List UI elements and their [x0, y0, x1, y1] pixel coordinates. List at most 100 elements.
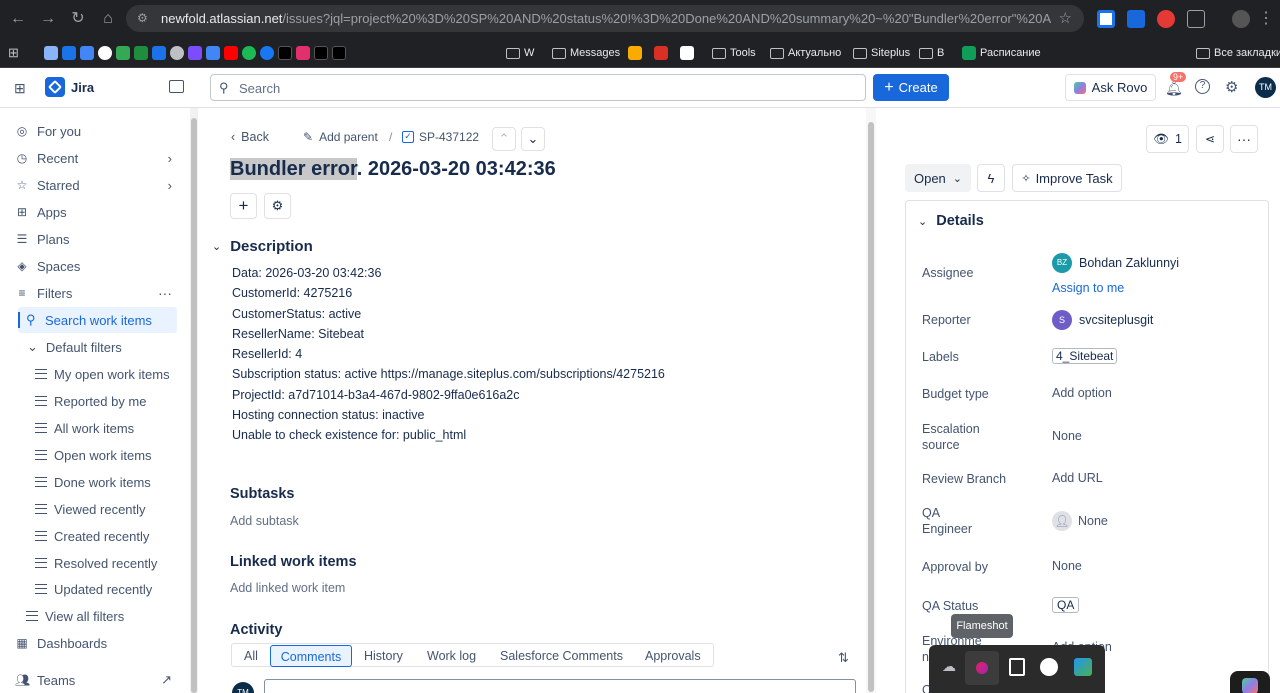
tab-work-log[interactable]: Work log: [427, 645, 476, 667]
ask-rovo-button[interactable]: Ask Rovo: [1065, 74, 1156, 101]
assign-to-me-link[interactable]: Assign to me: [1052, 281, 1124, 295]
label-tag[interactable]: 4_Sitebeat: [1052, 348, 1118, 364]
add-subtask-link[interactable]: Add subtask: [230, 514, 299, 528]
filter-item[interactable]: Created recently: [35, 525, 149, 547]
bookmark-icons-2[interactable]: [628, 44, 694, 62]
filter-item[interactable]: Open work items: [35, 444, 152, 466]
adblock-icon[interactable]: [1157, 10, 1175, 28]
back-arrow-icon[interactable]: ←: [8, 9, 28, 29]
bookmark-icons[interactable]: [44, 44, 346, 62]
sidebar-item-for-you[interactable]: ◎ For you: [15, 120, 81, 142]
bookmark-folder-messages[interactable]: Messages: [552, 44, 620, 62]
comment-input[interactable]: [264, 679, 856, 693]
extension-icon[interactable]: [1127, 10, 1145, 28]
reload-icon[interactable]: ↻: [68, 9, 88, 29]
sidebar-item-plans[interactable]: ☰ Plans: [15, 228, 70, 250]
tab-comments[interactable]: Comments: [270, 645, 352, 667]
extension-icon[interactable]: [1097, 10, 1115, 28]
share-button[interactable]: ⋖: [1196, 125, 1224, 153]
sidebar-item-dashboards[interactable]: ▦ Dashboards: [15, 632, 107, 654]
messenger-icon[interactable]: [1040, 658, 1058, 676]
filter-item[interactable]: My open work items: [35, 363, 170, 385]
escalation-source-value[interactable]: None: [1052, 429, 1082, 443]
watch-button[interactable]: 👁︎ 1: [1146, 125, 1189, 153]
improve-task-button[interactable]: ✧ Improve Task: [1012, 164, 1122, 192]
add-parent-button[interactable]: ✎ Add parent: [303, 130, 378, 144]
menu-icon[interactable]: ⋮: [1256, 9, 1276, 29]
sidebar-item-spaces[interactable]: ◈ Spaces: [15, 255, 80, 277]
apps-grid-icon[interactable]: ⊞: [8, 44, 19, 62]
status-dropdown[interactable]: Open ⌄: [905, 164, 971, 192]
apps-button[interactable]: ⚙: [264, 193, 291, 219]
sidebar-item-starred[interactable]: ☆ Starred ›: [15, 174, 172, 196]
sidebar-item-teams[interactable]: 👥︎ Teams ↗: [15, 669, 172, 691]
qa-engineer-value[interactable]: None: [1078, 514, 1108, 528]
add-linked-item-link[interactable]: Add linked work item: [230, 581, 345, 595]
home-icon[interactable]: ⌂: [98, 9, 118, 29]
sidebar-item-view-all-filters[interactable]: View all filters: [26, 605, 124, 627]
sidebar-item-filters[interactable]: ≡ Filters ···: [15, 282, 172, 304]
sort-icon[interactable]: ⇅: [838, 650, 849, 666]
filter-item[interactable]: Reported by me: [35, 390, 147, 412]
next-issue-button[interactable]: ⌄: [521, 127, 545, 151]
tab-all[interactable]: All: [244, 645, 258, 667]
flameshot-icon-button[interactable]: [965, 651, 999, 685]
issue-title[interactable]: Bundler error. 2026-03-20 03:42:36: [230, 158, 556, 181]
filter-item[interactable]: Done work items: [35, 471, 151, 493]
sidebar-item-search-work-items[interactable]: ⚲ Search work items: [18, 307, 177, 333]
site-info-icon[interactable]: ⚙: [137, 11, 148, 25]
bookmark-folder-w[interactable]: W: [506, 44, 534, 62]
user-avatar[interactable]: TM: [1255, 77, 1276, 98]
bookmark-folder-siteplus[interactable]: Siteplus: [853, 44, 910, 62]
bookmark-schedule[interactable]: Расписание: [962, 44, 1041, 62]
sidebar-item-default-filters[interactable]: ⌄ Default filters: [27, 336, 122, 358]
approval-by-value[interactable]: None: [1052, 559, 1082, 573]
filter-item[interactable]: Resolved recently: [35, 552, 157, 574]
budget-type-value[interactable]: Add option: [1052, 386, 1112, 400]
description-body[interactable]: Data: 2026-03-20 03:42:36 CustomerId: 42…: [232, 263, 665, 446]
description-heading[interactable]: ⌄ Description: [212, 238, 313, 255]
issue-key-link[interactable]: ✓ SP-437122: [402, 130, 479, 144]
sidebar-scrollbar[interactable]: [190, 108, 198, 693]
assignee-name[interactable]: Bohdan Zaklunnyi: [1079, 256, 1179, 270]
all-bookmarks-folder[interactable]: Все закладки: [1196, 44, 1280, 62]
shield-icon[interactable]: [1074, 658, 1092, 676]
more-actions-button[interactable]: ···: [1230, 125, 1258, 153]
star-bookmark-icon[interactable]: ☆: [1059, 9, 1072, 27]
automation-button[interactable]: ϟ: [977, 164, 1005, 192]
create-button[interactable]: + Create: [873, 74, 949, 101]
bookmark-folder-tools[interactable]: Tools: [712, 44, 756, 62]
filter-item[interactable]: Updated recently: [35, 578, 152, 600]
qa-status-tag[interactable]: QA: [1052, 597, 1080, 613]
review-branch-value[interactable]: Add URL: [1052, 471, 1103, 485]
details-heading[interactable]: ⌄ Details: [918, 213, 984, 229]
sidebar-item-apps[interactable]: ⊞ Apps: [15, 201, 67, 223]
sidebar-toggle-icon[interactable]: [169, 80, 184, 93]
forward-arrow-icon[interactable]: →: [38, 9, 58, 29]
bookmark-folder-b[interactable]: B: [919, 44, 944, 62]
settings-gear-icon[interactable]: ⚙: [1225, 78, 1238, 96]
help-icon[interactable]: ?: [1195, 79, 1210, 94]
more-options-icon[interactable]: ···: [158, 285, 172, 301]
bell-icon[interactable]: 🔔︎: [1165, 80, 1183, 97]
back-link[interactable]: ‹ Back: [231, 130, 269, 144]
puzzle-icon[interactable]: [1187, 10, 1205, 28]
tab-salesforce-comments[interactable]: Salesforce Comments: [500, 645, 623, 667]
main-scrollbar[interactable]: [866, 108, 876, 693]
bookmark-folder-aktualno[interactable]: Актуально: [770, 44, 841, 62]
tab-approvals[interactable]: Approvals: [645, 645, 701, 667]
filter-item[interactable]: Viewed recently: [35, 498, 146, 520]
search-input[interactable]: ⚲ Search: [210, 74, 866, 101]
add-button[interactable]: +: [230, 193, 257, 219]
tab-history[interactable]: History: [364, 645, 403, 667]
floating-assistant-button[interactable]: [1230, 671, 1270, 693]
cloud-icon[interactable]: ☁: [939, 658, 959, 678]
app-icon[interactable]: [1009, 658, 1025, 676]
reporter-name[interactable]: svcsiteplusgit: [1079, 313, 1153, 327]
previous-issue-button[interactable]: ⌃: [492, 127, 516, 151]
address-bar[interactable]: ⚙ newfold.atlassian.net/issues?jql=proje…: [126, 5, 1084, 32]
filter-item[interactable]: All work items: [35, 417, 134, 439]
url-text[interactable]: newfold.atlassian.net/issues?jql=project…: [161, 11, 1051, 26]
app-name[interactable]: Jira: [71, 80, 94, 95]
profile-avatar[interactable]: [1232, 10, 1250, 28]
